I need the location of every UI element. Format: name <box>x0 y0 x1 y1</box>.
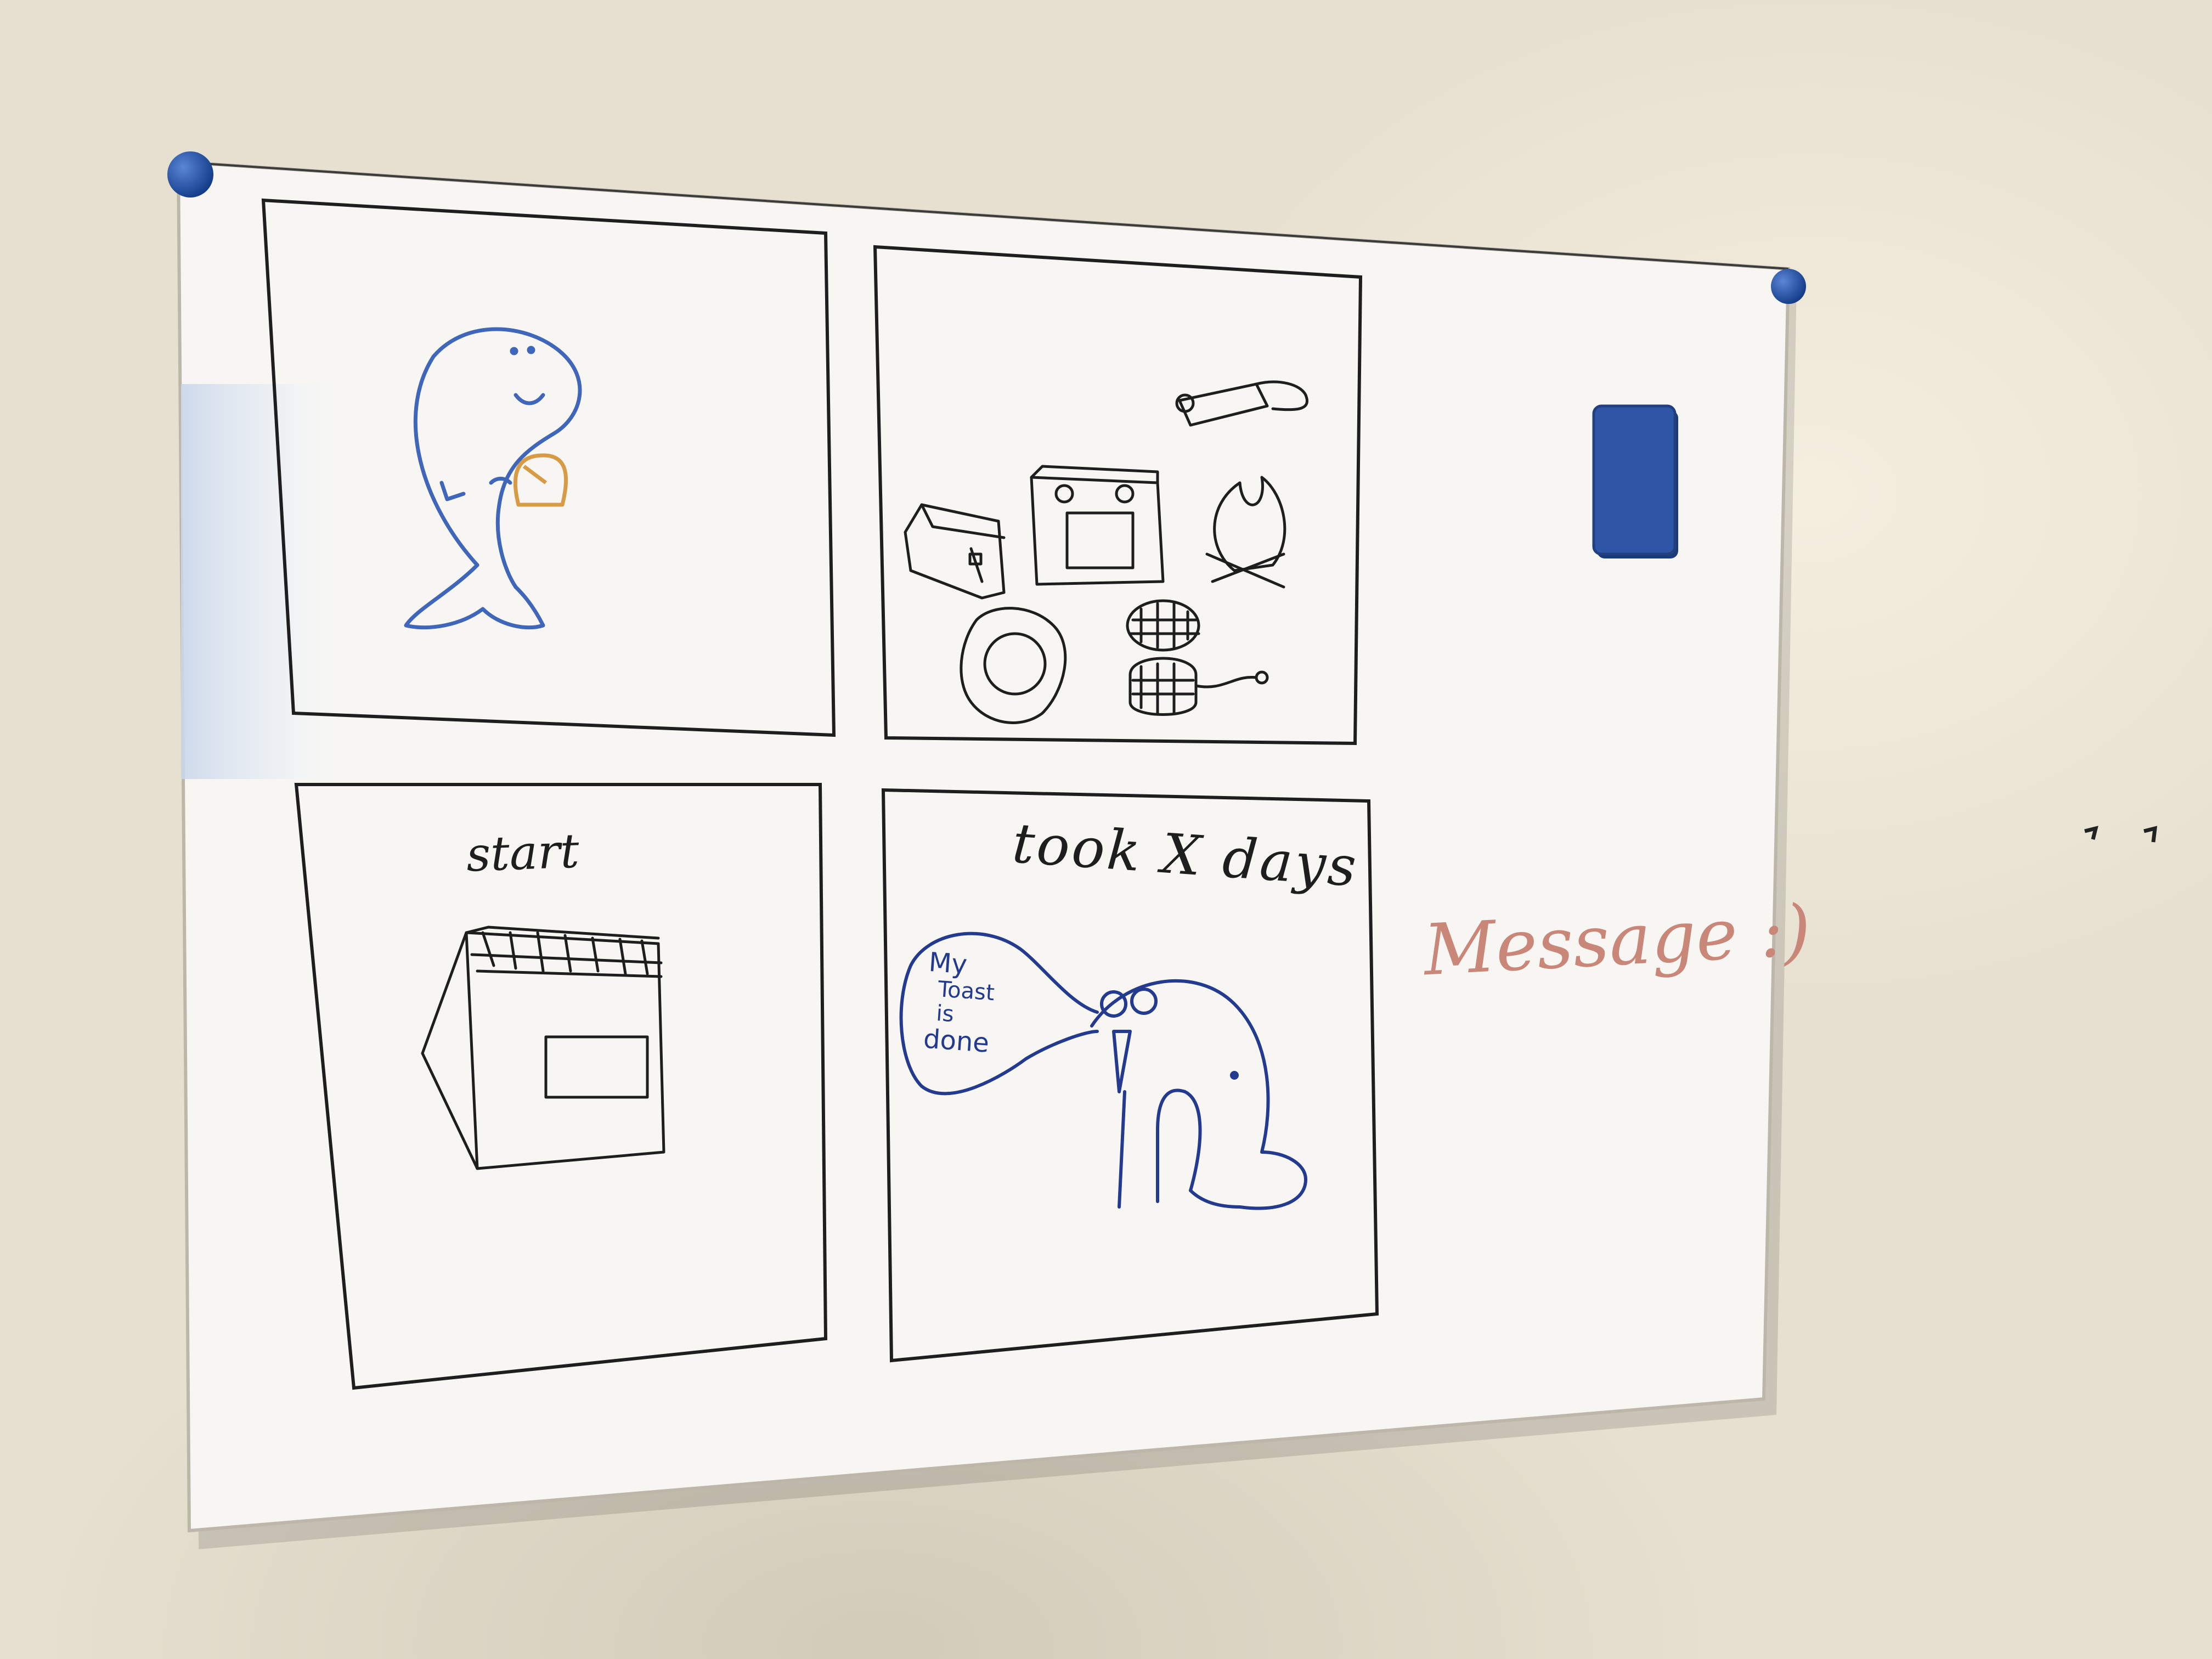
start-caption: start <box>465 823 580 883</box>
magnet-top-right <box>1771 269 1806 304</box>
wall-screw-2 <box>2143 826 2158 843</box>
glare <box>181 384 362 779</box>
eraser <box>1592 404 1678 558</box>
whiteboard <box>176 160 1791 1533</box>
speech-bubble-text: My Toast is done <box>922 947 1045 1061</box>
magnet-top-left <box>167 151 213 198</box>
wall-screw-1 <box>2084 826 2098 840</box>
